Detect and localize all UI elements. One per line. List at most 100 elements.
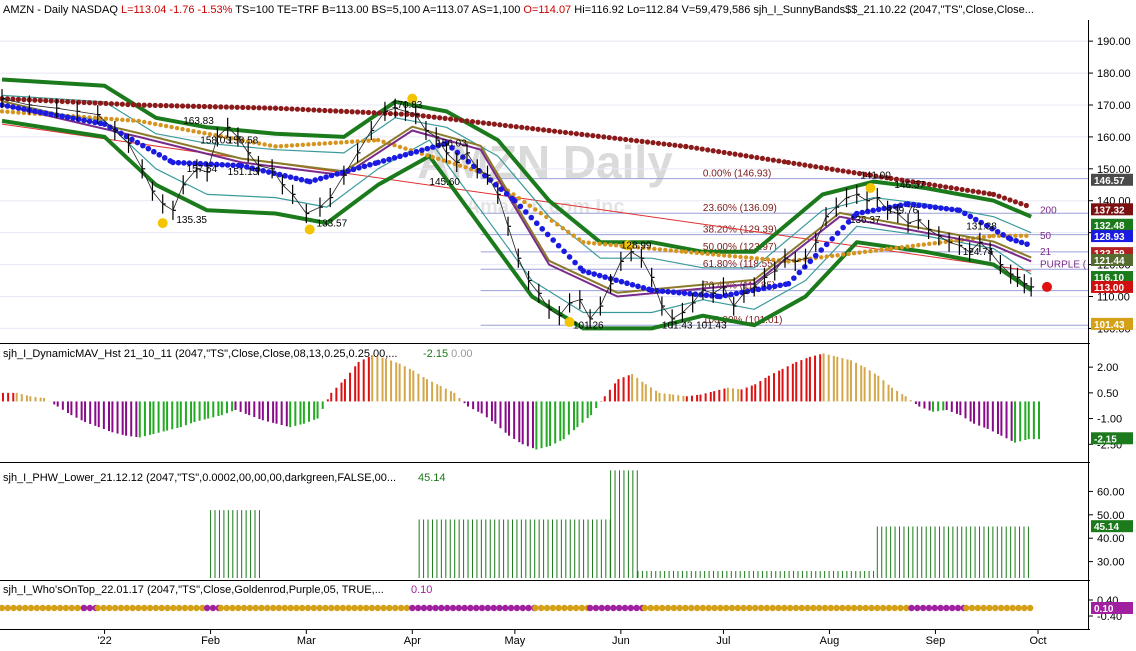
whos-on-top-dot [804, 604, 811, 612]
ma50-line-dot [910, 243, 916, 249]
whos-on-top-tag-label: 0.10 [1094, 604, 1114, 615]
mav-bar [376, 356, 379, 402]
y-tick-label: -1.00 [1097, 414, 1122, 426]
header-field: B=113.00 [319, 4, 369, 16]
mav-bar [439, 386, 442, 402]
mav-bar [767, 375, 770, 402]
ma200-line-dot [179, 103, 186, 109]
ma200-line-dot [721, 149, 727, 156]
whos-on-top-dot [586, 604, 594, 612]
mav-bar [950, 401, 953, 412]
blue-dot-line-dot [760, 285, 767, 292]
mav-bar [449, 391, 452, 402]
blue-dot-line-dot [618, 278, 625, 285]
mav-bar [526, 401, 529, 447]
price-annotation: 151.15 [228, 167, 259, 178]
mav-bar [94, 401, 97, 426]
ma50-line-dot [679, 249, 684, 254]
mav-bar [641, 381, 644, 402]
ma50-line-dot [652, 246, 657, 252]
blue-dot-line-dot [777, 282, 783, 289]
whos-on-top-dot [339, 604, 347, 612]
mav-bar [901, 394, 904, 402]
ma200-line-dot [791, 160, 797, 166]
ma50-line-dot [403, 146, 408, 151]
ma50-line-dot [522, 199, 527, 205]
ma50-line-dot [120, 117, 125, 123]
whos-on-top-dot [850, 604, 858, 612]
mav-bar [231, 401, 234, 412]
blue-dot-line-dot [717, 293, 723, 300]
ma200-line-dot [272, 105, 279, 111]
x-tick-label: May [504, 635, 525, 647]
mav-bar [1024, 401, 1027, 440]
whos-on-top-dot [455, 604, 462, 612]
x-tick-label: Sep [926, 635, 946, 647]
whos-on-top-dot [386, 604, 393, 612]
whos-on-top-dot [175, 604, 183, 612]
ma200-line-dot [65, 99, 71, 105]
whos-on-top-dot [664, 604, 672, 612]
ma200-line-dot [491, 121, 497, 127]
ma200-line-dot [813, 164, 819, 170]
whos-on-top-dot [537, 604, 545, 612]
mav-bar [863, 367, 866, 402]
mav-bar [349, 372, 352, 402]
mav-bar [603, 396, 606, 402]
ma50-line-dot [586, 240, 591, 245]
ma200-line-dot [732, 151, 738, 157]
ma50-line-dot [284, 143, 289, 149]
mav-bar [335, 387, 338, 402]
mav-bar [190, 401, 193, 424]
ma50-line-dot [109, 116, 114, 122]
whos-on-top-dot [229, 604, 236, 612]
blue-dot-line-dot [323, 174, 329, 180]
ma200-line-dot [829, 166, 835, 172]
ma200-line-dot [196, 103, 202, 109]
mav-bar [723, 388, 726, 402]
mav-bar [362, 359, 365, 402]
y-tick-label: 2.00 [1097, 362, 1118, 374]
whos-on-top-dot [478, 604, 486, 612]
blue-dot-line-dot [539, 226, 546, 232]
blue-dot-line-dot [101, 121, 108, 127]
whos-on-top-dot [659, 604, 666, 612]
mav-bar [928, 401, 931, 411]
mav-bar [2, 392, 4, 402]
whos-on-top-dot [676, 604, 683, 612]
price-annotation: 141.00 [860, 170, 891, 181]
whos-on-top-dot [931, 604, 938, 612]
ma50-line-dot [447, 160, 452, 165]
blue-dot-line-dot [967, 213, 974, 220]
ma200-line-dot [43, 98, 49, 104]
ma200-line-dot [655, 140, 662, 146]
swing-marker [865, 182, 876, 193]
whos-on-top-dot [74, 604, 81, 612]
ma200-line-dot [338, 108, 344, 114]
whos-on-top-dot [578, 604, 586, 612]
ma200-line-dot [86, 100, 93, 106]
mav-bar [832, 356, 835, 402]
mav-bar [111, 401, 114, 433]
mav-bar [827, 354, 830, 402]
mav-bar [923, 401, 926, 409]
mav-bar [631, 374, 634, 402]
ma200-line-dot [623, 136, 629, 143]
mav-bar [1032, 401, 1035, 440]
blue-dot-line-dot [938, 205, 944, 211]
mav-bar [70, 401, 73, 416]
ma50-line-dot [710, 252, 716, 257]
ma200-line-dot [447, 116, 454, 122]
ma200-line-dot [365, 109, 372, 116]
ma200-line-dot [114, 101, 120, 107]
blue-dot-line-dot [498, 186, 504, 193]
ma50-line-dot [533, 207, 538, 212]
whos-on-top-dot [525, 604, 532, 612]
blue-dot-line-dot [523, 209, 529, 215]
mav-bar [513, 401, 516, 439]
ma50-line-dot [905, 244, 910, 249]
header-field: TS=100 [232, 4, 274, 16]
blue-dot-line-dot [555, 242, 562, 249]
ma50-line-dot [663, 247, 668, 253]
ma200-line-dot [59, 98, 65, 105]
